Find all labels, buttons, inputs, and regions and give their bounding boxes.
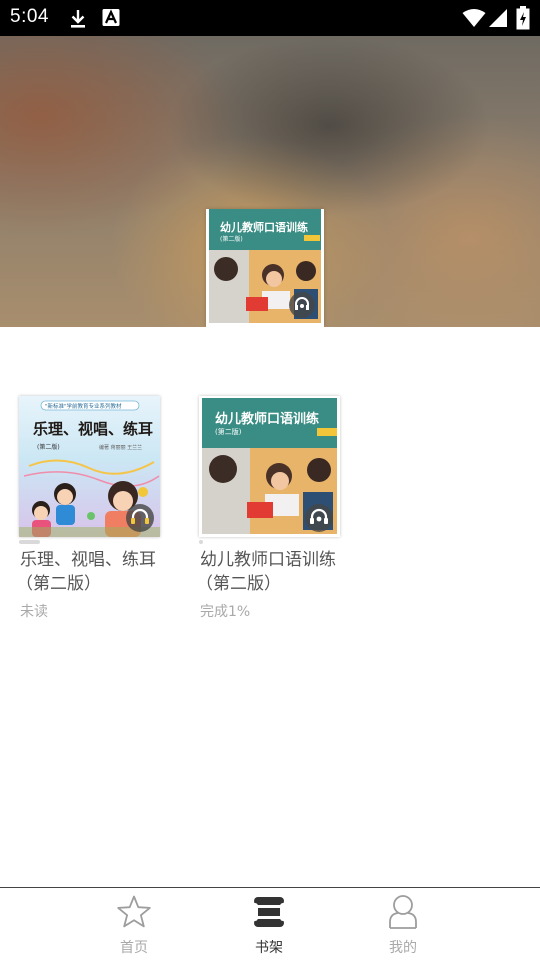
nav-home[interactable]: 首页 xyxy=(84,888,184,961)
book-title-line: 乐理、视唱、练耳 xyxy=(20,550,156,570)
signal-icon xyxy=(489,9,507,27)
reading-progress-bar xyxy=(199,540,203,544)
person-icon xyxy=(389,895,417,929)
book-title[interactable]: 幼儿教师口语训练 （第二版） xyxy=(196,548,360,596)
book-title-edition: （第二版） xyxy=(16,574,101,594)
book-title-line: 幼儿教师口语训练 xyxy=(200,550,336,570)
wifi-icon xyxy=(462,9,486,27)
bookshelf-icon xyxy=(252,897,286,927)
book-cover-title: 乐理、视唱、练耳 xyxy=(33,420,154,438)
hero-cover-edition: (第二版) xyxy=(220,236,243,243)
battery-charging-icon xyxy=(516,6,530,30)
book-cover[interactable]: 幼儿教师口语训练 (第二版) xyxy=(199,396,340,537)
nav-label: 书架 xyxy=(255,940,283,956)
bottom-nav: 首页 书架 我的 xyxy=(0,887,540,961)
star-icon xyxy=(117,895,151,928)
book-title-edition: （第二版） xyxy=(196,574,281,594)
book-title[interactable]: 乐理、视唱、练耳 （第二版） xyxy=(16,548,180,596)
book-read-status: 未读 xyxy=(20,604,48,620)
book-cover-edition: (第二版) xyxy=(215,428,242,436)
reading-progress-bar xyxy=(19,540,40,544)
book-cover[interactable]: "新标准"学前教育专业系列教材 乐理、视唱、练耳 (第二版) 编著 蒋丽丽 王兰… xyxy=(19,396,160,537)
font-a-icon xyxy=(102,9,120,26)
status-time: 5:04 xyxy=(10,6,49,27)
status-bar: 5:04 xyxy=(0,0,540,36)
nav-label: 首页 xyxy=(120,940,148,956)
book-cover-authors: 编著 蒋丽丽 王兰兰 xyxy=(99,445,143,451)
book-cover-series: "新标准"学前教育专业系列教材 xyxy=(45,404,122,410)
book-cover-title: 幼儿教师口语训练 xyxy=(215,412,320,427)
nav-me[interactable]: 我的 xyxy=(353,888,453,961)
hero-banner: 幼儿教师口语训练 (第二版) xyxy=(0,36,540,327)
nav-bookshelf[interactable]: 书架 xyxy=(219,888,319,961)
hero-book-cover[interactable]: 幼儿教师口语训练 (第二版) xyxy=(206,209,324,327)
download-icon xyxy=(71,10,85,28)
book-read-status: 完成1% xyxy=(200,604,251,620)
nav-label: 我的 xyxy=(389,940,417,956)
hero-cover-title: 幼儿教师口语训练 xyxy=(220,221,308,234)
book-cover-edition: (第二版) xyxy=(37,444,60,451)
